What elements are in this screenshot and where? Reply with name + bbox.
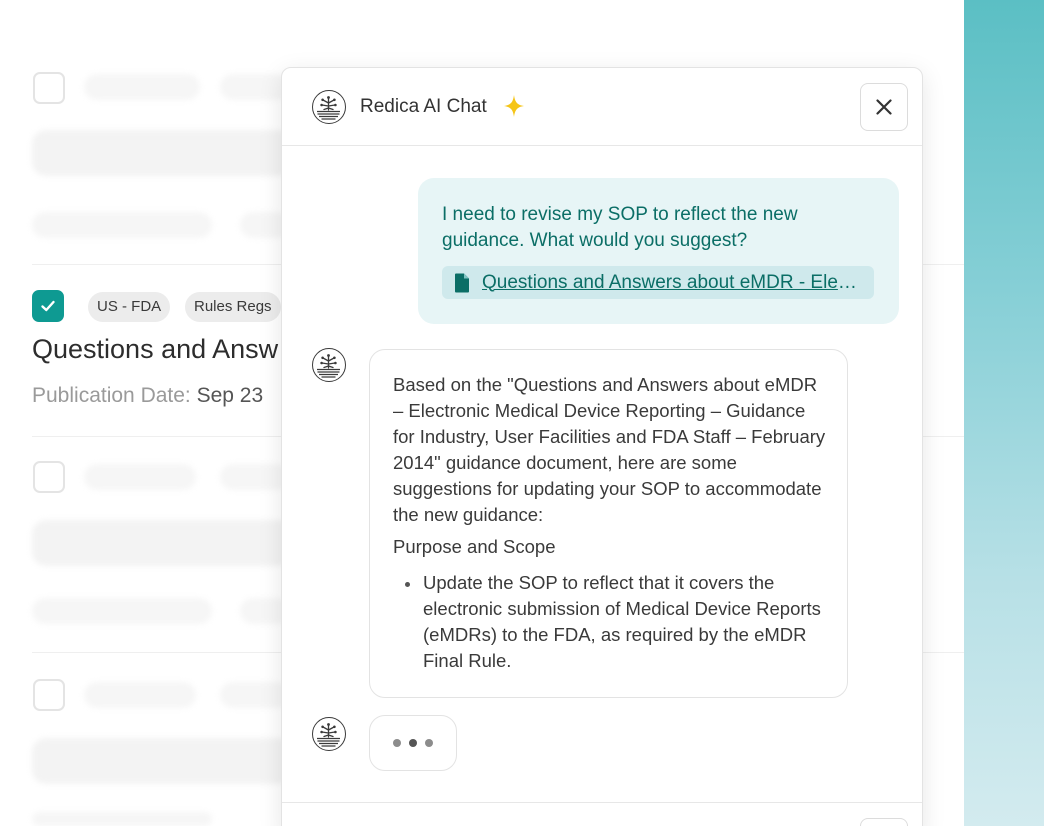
chat-header: Redica AI Chat bbox=[282, 68, 922, 146]
redica-tree-logo-icon bbox=[312, 717, 346, 751]
redica-tree-logo-icon bbox=[312, 348, 346, 382]
chat-footer-divider bbox=[282, 802, 922, 803]
row-checkbox-checked[interactable] bbox=[32, 290, 64, 322]
placeholder-bar bbox=[84, 74, 200, 100]
placeholder-bar bbox=[32, 130, 292, 176]
publication-date-label: Publication Date: bbox=[32, 384, 191, 407]
placeholder-bar bbox=[220, 682, 290, 708]
tag-category: Rules Regs bbox=[185, 292, 281, 322]
ai-message-paragraph: Based on the "Questions and Answers abou… bbox=[393, 374, 826, 525]
placeholder-bar bbox=[32, 212, 212, 238]
publication-date-value: Sep 23 bbox=[196, 384, 264, 407]
placeholder-bar bbox=[220, 464, 290, 490]
attachment-link[interactable]: Questions and Answers about eMDR - Elect… bbox=[482, 272, 866, 294]
user-message-text: I need to revise my SOP to reflect the n… bbox=[442, 204, 798, 251]
row-checkbox[interactable] bbox=[33, 679, 65, 711]
placeholder-bar bbox=[84, 464, 196, 490]
placeholder-bar bbox=[220, 74, 290, 100]
typing-dot bbox=[409, 739, 417, 747]
row-checkbox[interactable] bbox=[33, 461, 65, 493]
placeholder-bar bbox=[32, 520, 292, 566]
placeholder-bar bbox=[84, 682, 196, 708]
document-icon bbox=[455, 273, 469, 292]
ai-chat-panel: Redica AI Chat I need to revise my SOP t… bbox=[281, 67, 923, 826]
publication-date: Publication Date: Sep 23 bbox=[32, 384, 263, 408]
attachment-chip[interactable]: Questions and Answers about eMDR - Elect… bbox=[442, 266, 874, 299]
row-checkbox[interactable] bbox=[33, 72, 65, 104]
checkmark-icon bbox=[41, 300, 55, 312]
send-button[interactable] bbox=[860, 818, 908, 826]
close-icon bbox=[876, 99, 892, 115]
ai-message-bullet: Update the SOP to reflect that it covers… bbox=[423, 572, 821, 671]
placeholder-bar bbox=[32, 738, 292, 784]
typing-dot bbox=[425, 739, 433, 747]
ai-message-subheading: Purpose and Scope bbox=[393, 536, 556, 557]
close-button[interactable] bbox=[860, 83, 908, 131]
chat-title: Redica AI Chat bbox=[360, 96, 487, 117]
document-title[interactable]: Questions and Answ bbox=[32, 334, 278, 365]
bullet-icon bbox=[405, 582, 410, 587]
typing-indicator bbox=[369, 715, 457, 771]
redica-tree-logo-icon bbox=[312, 90, 346, 124]
user-message: I need to revise my SOP to reflect the n… bbox=[418, 178, 899, 324]
placeholder-bar bbox=[32, 812, 212, 826]
placeholder-bar bbox=[32, 598, 212, 624]
sparkle-icon bbox=[504, 95, 524, 117]
tag-jurisdiction: US - FDA bbox=[88, 292, 171, 322]
typing-dot bbox=[393, 739, 401, 747]
side-gradient-panel bbox=[964, 0, 1044, 826]
ai-message: Based on the "Questions and Answers abou… bbox=[369, 349, 848, 698]
